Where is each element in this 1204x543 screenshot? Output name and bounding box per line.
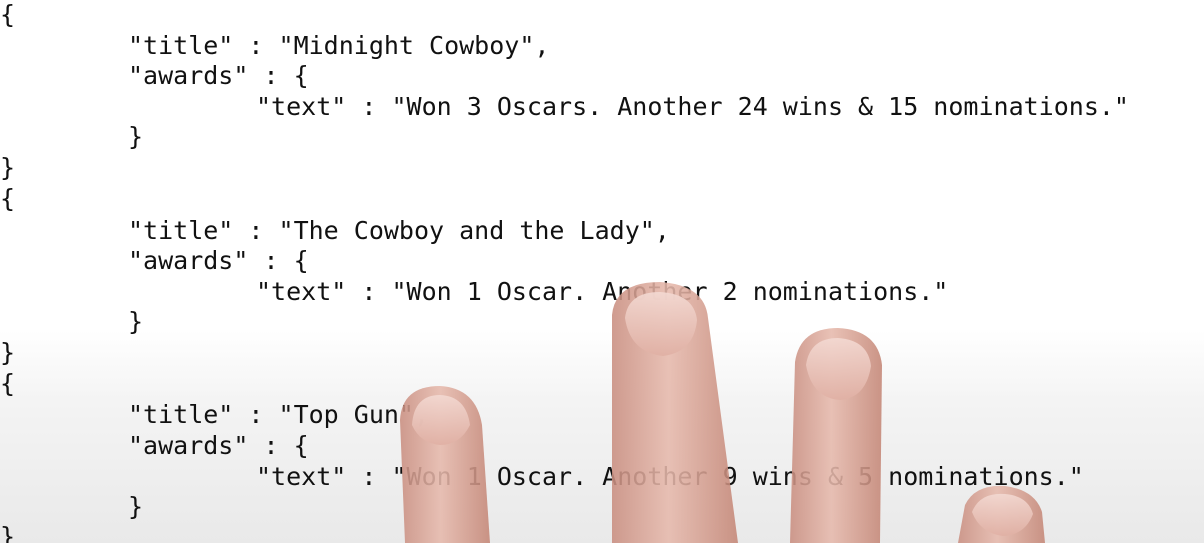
record-awards-line: "awards" : { xyxy=(128,61,309,90)
record-awards-text-line: "text" : "Won 1 Oscar. Another 2 nominat… xyxy=(256,277,949,306)
record-awards-close-brace: } xyxy=(128,307,144,336)
record-open-brace: { xyxy=(0,369,16,398)
record-awards-line: "awards" : { xyxy=(128,246,309,275)
video-frame: { "title" : "Midnight Cowboy", "awards" … xyxy=(0,0,1204,543)
record-awards-text-line: "text" : "Won 3 Oscars. Another 24 wins … xyxy=(256,92,1129,121)
record-open-brace: { xyxy=(0,184,16,213)
fingernail-3 xyxy=(806,338,871,400)
record-close-brace: } xyxy=(0,338,16,367)
fingernail-4 xyxy=(972,493,1033,536)
record-title-line: "title" : "Midnight Cowboy", xyxy=(128,31,550,60)
record-awards-line: "awards" : { xyxy=(128,431,309,460)
record-awards-close-brace: } xyxy=(128,492,144,521)
record-awards-close-brace: } xyxy=(128,122,144,151)
record-close-brace: } xyxy=(0,522,16,543)
finger-2 xyxy=(612,282,738,543)
record-title-line: "title" : "Top Gun", xyxy=(128,400,430,429)
finger-4 xyxy=(958,485,1045,543)
record-awards-text-line: "text" : "Won 1 Oscar. Another 9 wins & … xyxy=(256,462,1084,491)
record-close-brace: } xyxy=(0,153,16,182)
record-title-line: "title" : "The Cowboy and the Lady", xyxy=(128,216,670,245)
record-open-brace: { xyxy=(0,0,16,29)
finger-3 xyxy=(790,328,882,543)
